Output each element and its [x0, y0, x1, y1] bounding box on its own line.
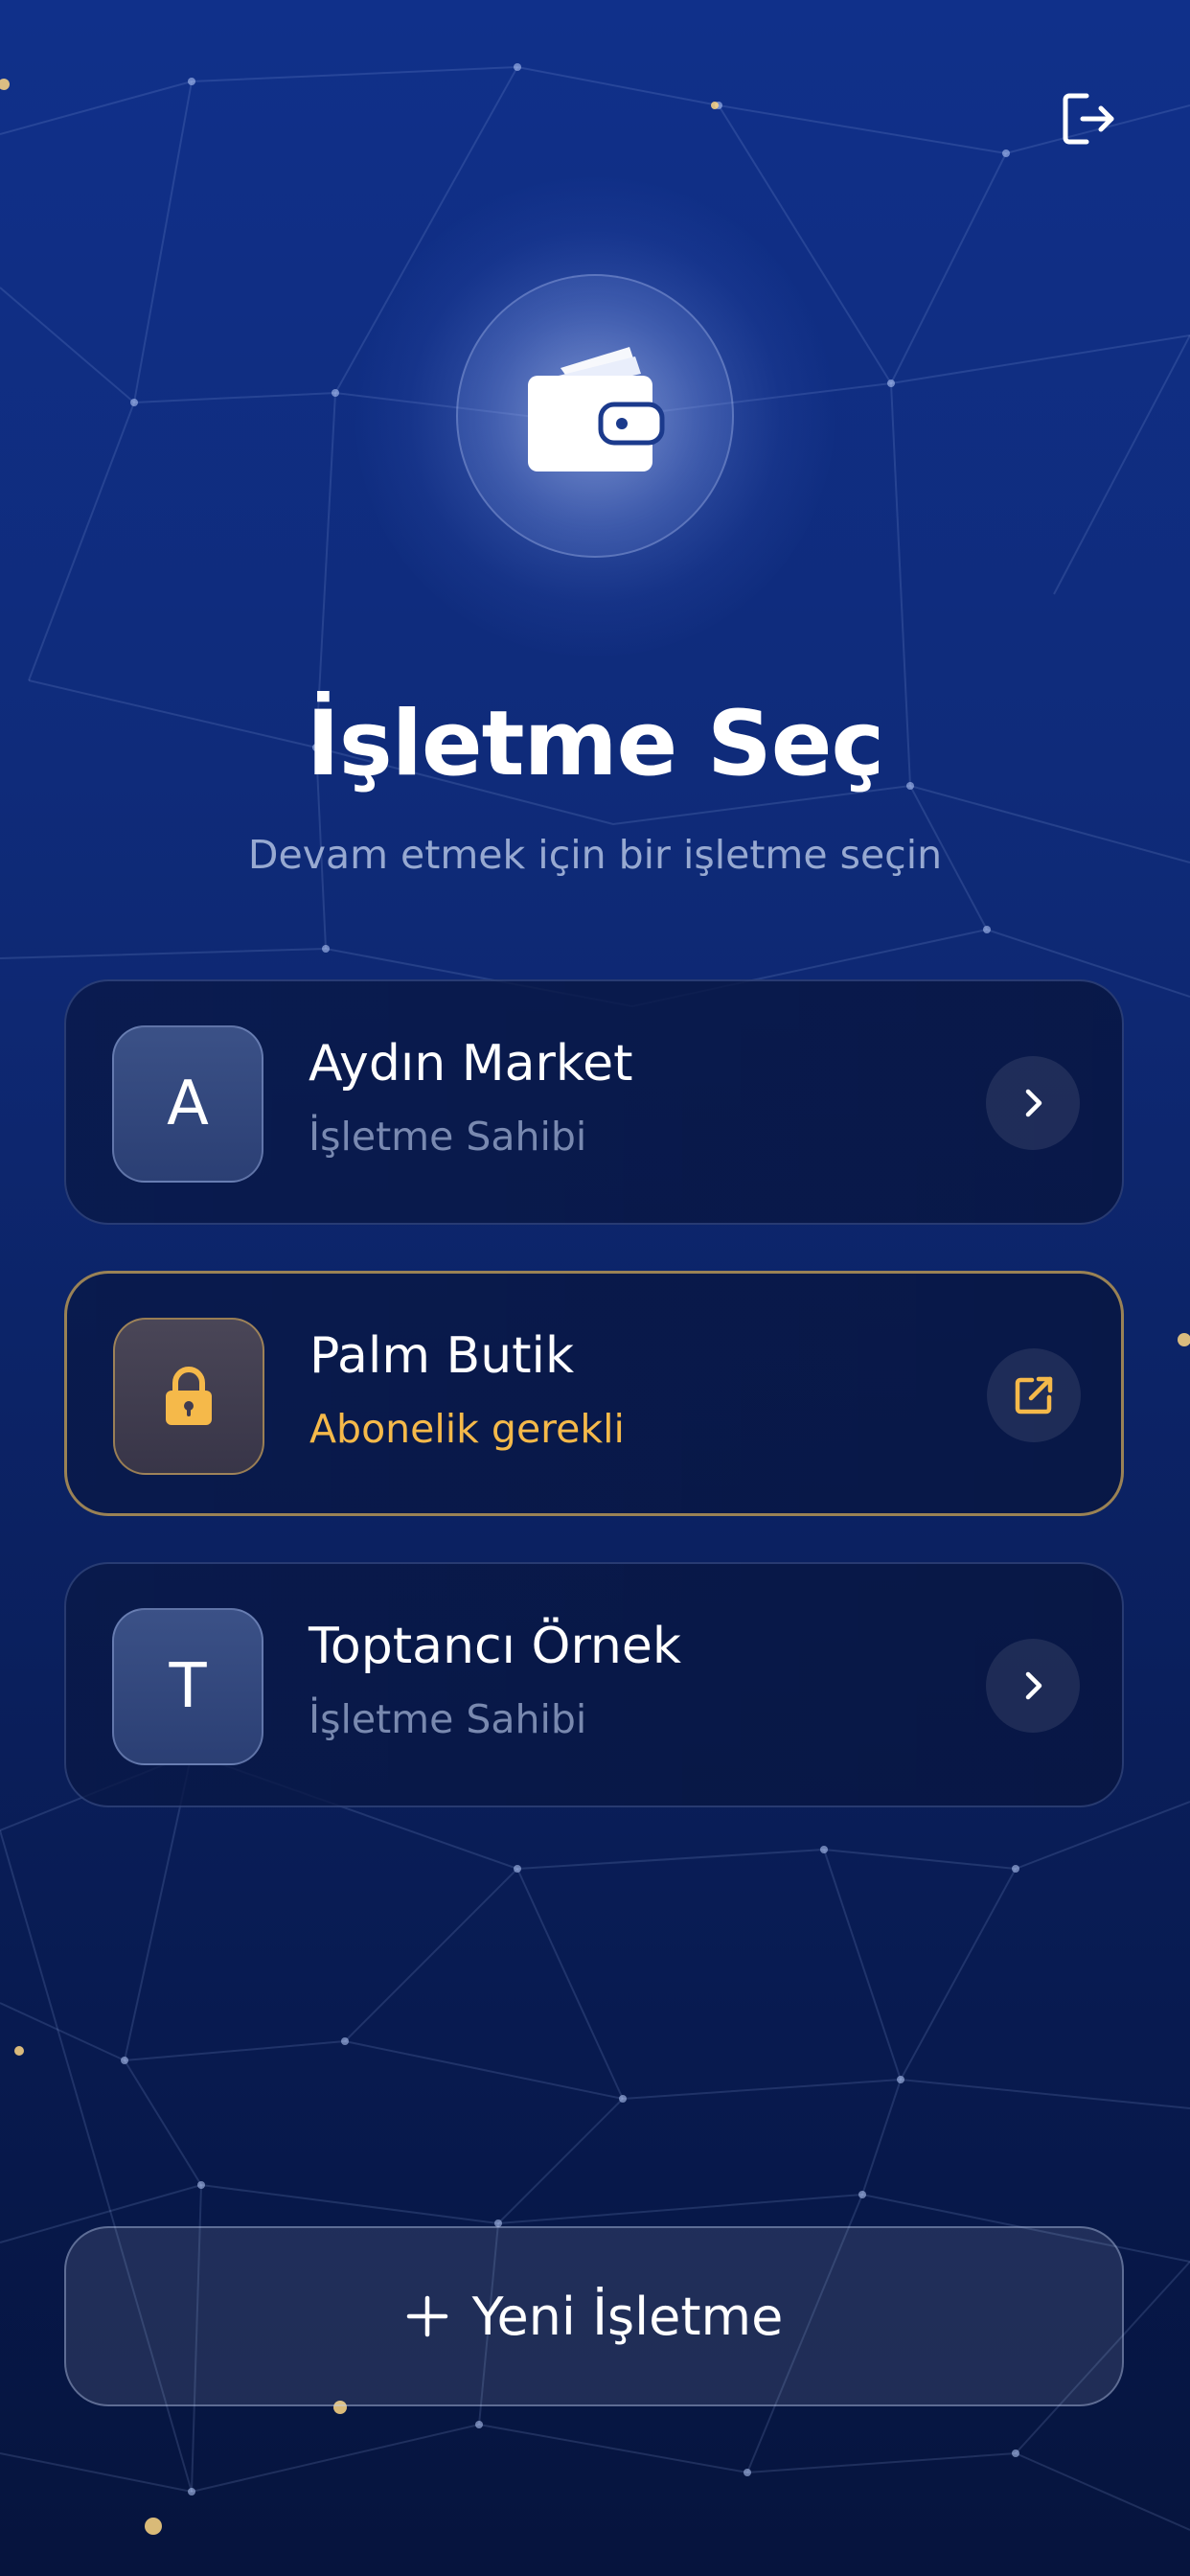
page-subtitle: Devam etmek için bir işletme seçin	[247, 832, 943, 878]
business-name: Aydın Market	[309, 1035, 633, 1092]
external-link-icon	[1015, 1376, 1053, 1414]
business-name: Toptancı Örnek	[309, 1618, 681, 1675]
business-name: Palm Butik	[309, 1327, 575, 1385]
business-avatar: A	[112, 1025, 263, 1183]
business-card-toptanci-ornek[interactable]: T Toptancı Örnek İşletme Sahibi	[64, 1562, 1124, 1807]
subscription-required-label: Abonelik gerekli	[309, 1406, 625, 1452]
logout-button[interactable]	[1050, 80, 1127, 157]
new-business-button[interactable]: Yeni İşletme	[64, 2226, 1124, 2406]
chevron-right-icon	[1025, 1089, 1042, 1117]
business-select-screen: İşletme Seç Devam etmek için bir işletme…	[0, 0, 1190, 2576]
wallet-icon	[528, 347, 665, 472]
open-business-button[interactable]	[986, 1639, 1080, 1733]
logout-icon	[1063, 93, 1114, 145]
open-business-button[interactable]	[986, 1056, 1080, 1150]
business-card-palm-butik[interactable]: Palm Butik Abonelik gerekli	[64, 1271, 1124, 1516]
lock-icon	[166, 1367, 212, 1425]
subscribe-link-button[interactable]	[987, 1348, 1081, 1442]
new-business-label: Yeni İşletme	[471, 2286, 784, 2347]
business-role: İşletme Sahibi	[309, 1696, 587, 1742]
chevron-right-icon	[1025, 1671, 1042, 1700]
business-avatar: T	[112, 1608, 263, 1765]
business-avatar-locked	[113, 1318, 264, 1475]
page-title: İşletme Seç	[306, 692, 884, 796]
business-card-aydin-market[interactable]: A Aydın Market İşletme Sahibi	[64, 979, 1124, 1225]
business-role: İşletme Sahibi	[309, 1114, 587, 1160]
plus-icon	[406, 2295, 447, 2337]
